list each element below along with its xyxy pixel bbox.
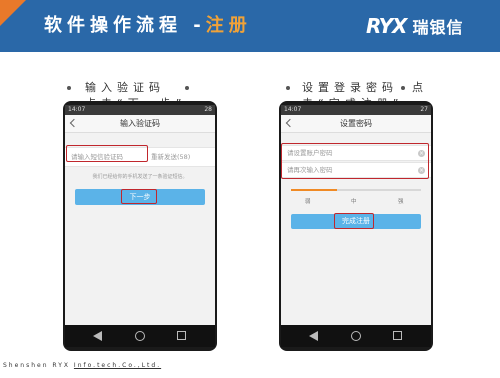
footer-company: Shenshen RYX Info.tech.Co.,Ltd. [3, 362, 161, 369]
clear-icon[interactable]: × [418, 150, 425, 157]
status-time: 14:07 [68, 106, 86, 113]
home-softkey-icon[interactable] [135, 331, 145, 341]
password-row: 请设置账户密码 × [281, 145, 431, 161]
next-button[interactable]: 下一步 [75, 189, 205, 205]
strength-strong: 强 [398, 199, 404, 205]
status-battery: 27 [420, 106, 428, 113]
confirm-input[interactable]: 请再次输入密码 [287, 163, 333, 178]
confirm-row: 请再次输入密码 × [281, 162, 431, 178]
step-bullet [286, 86, 290, 90]
status-bar: 14:07 27 [281, 105, 431, 115]
slide-title: 软件操作流程 -注册 [44, 13, 252, 39]
recent-softkey-icon[interactable] [393, 331, 402, 340]
code-input[interactable]: 请输入短信验证码 [71, 148, 123, 166]
footer-prefix: Shenshen RYX [3, 362, 70, 369]
step-bullet [401, 86, 405, 90]
password-input[interactable]: 请设置账户密码 [287, 146, 333, 161]
nav-bar: 输入验证码 [65, 115, 215, 133]
resend-button[interactable]: 重新发送(58) [151, 148, 190, 166]
soft-keys [281, 325, 431, 347]
recent-softkey-icon[interactable] [177, 331, 186, 340]
status-bar: 14:07 28 [65, 105, 215, 115]
logo-mark: RYX [366, 14, 407, 38]
footer-company-name: Info.tech.Co.,Ltd. [73, 362, 162, 369]
logo-name: 瑞银信 [412, 18, 464, 37]
header-corner-accent [0, 0, 26, 26]
code-row: 请输入短信验证码 重新发送(58) [65, 147, 215, 167]
phone-left-screen: 14:07 28 输入验证码 请输入短信验证码 重新发送(58) 我们已经给你的… [65, 105, 215, 347]
title-highlight: 注册 [205, 15, 252, 36]
strength-fill [291, 189, 337, 191]
phone-right-screen: 14:07 27 设置密码 请设置账户密码 × 请再次输入密码 × 弱 中 强 … [281, 105, 431, 347]
strength-bar [291, 189, 421, 191]
nav-title: 输入验证码 [120, 119, 160, 128]
home-softkey-icon[interactable] [351, 331, 361, 341]
back-softkey-icon[interactable] [93, 331, 102, 341]
step-bullet [185, 86, 189, 90]
company-logo: RYX 瑞银信 [366, 14, 464, 38]
finish-register-button[interactable]: 完成注册 [291, 214, 421, 229]
nav-bar: 设置密码 [281, 115, 431, 133]
step-right-line1-tail: 点 [412, 81, 428, 94]
title-prefix: 软件操作流程 - [44, 15, 206, 36]
step-right-line1: 设置登录密码 [302, 81, 398, 94]
nav-title: 设置密码 [340, 119, 372, 128]
clear-icon[interactable]: × [418, 167, 425, 174]
back-softkey-icon[interactable] [309, 331, 318, 341]
strength-weak: 弱 [305, 199, 311, 205]
phone-right: 14:07 27 设置密码 请设置账户密码 × 请再次输入密码 × 弱 中 强 … [279, 101, 433, 351]
sms-hint: 我们已经给你的手机发送了一条验证短信。 [92, 174, 188, 180]
step-bullet [67, 86, 71, 90]
step-left-line1: 输入验证码 [85, 81, 165, 94]
status-time: 14:07 [284, 106, 302, 113]
phone-left: 14:07 28 输入验证码 请输入短信验证码 重新发送(58) 我们已经给你的… [63, 101, 217, 351]
slide-header: 软件操作流程 -注册 RYX 瑞银信 [0, 0, 500, 52]
strength-medium: 中 [351, 199, 357, 205]
soft-keys [65, 325, 215, 347]
status-battery: 28 [204, 106, 212, 113]
